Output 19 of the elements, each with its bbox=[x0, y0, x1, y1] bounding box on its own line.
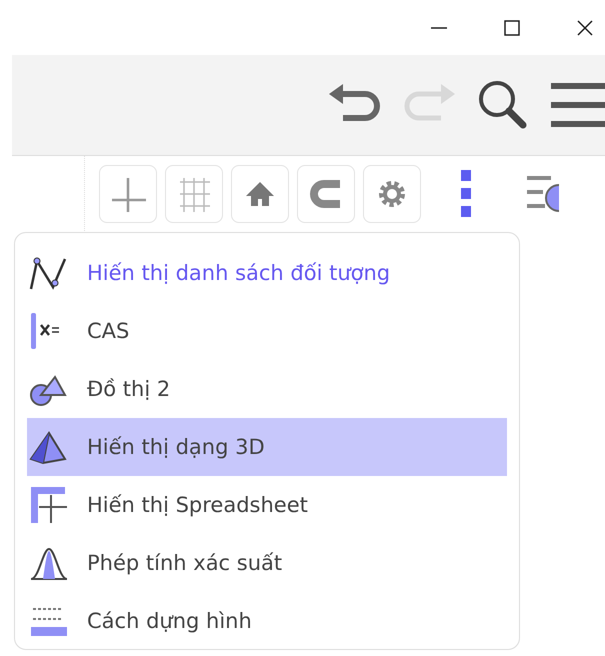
graph-icon bbox=[29, 255, 69, 291]
axes-button[interactable] bbox=[99, 164, 157, 222]
menu-icon[interactable] bbox=[549, 82, 605, 128]
close-icon[interactable] bbox=[575, 18, 595, 38]
magnet-button[interactable] bbox=[297, 164, 355, 222]
menu-item[interactable]: Hiến thị Spreadsheet bbox=[27, 476, 507, 534]
menu-item[interactable]: Hiến thị danh sách đối tượng bbox=[27, 244, 507, 302]
settings-button[interactable] bbox=[363, 164, 421, 222]
bell-curve-icon bbox=[29, 545, 69, 581]
menu-item[interactable]: Cách dựng hình bbox=[27, 592, 507, 650]
menu-item[interactable]: Phép tính xác suất bbox=[27, 534, 507, 592]
menu-item[interactable]: CAS bbox=[27, 302, 507, 360]
menu-item[interactable]: Đồ thị 2 bbox=[27, 360, 507, 418]
home-button[interactable] bbox=[231, 164, 289, 222]
menu-item[interactable]: Hiến thị dạng 3D bbox=[27, 418, 507, 476]
spreadsheet-icon bbox=[29, 487, 69, 523]
maximize-icon[interactable] bbox=[502, 18, 522, 38]
more-icon[interactable] bbox=[461, 170, 471, 218]
pyramid-icon bbox=[29, 429, 69, 465]
